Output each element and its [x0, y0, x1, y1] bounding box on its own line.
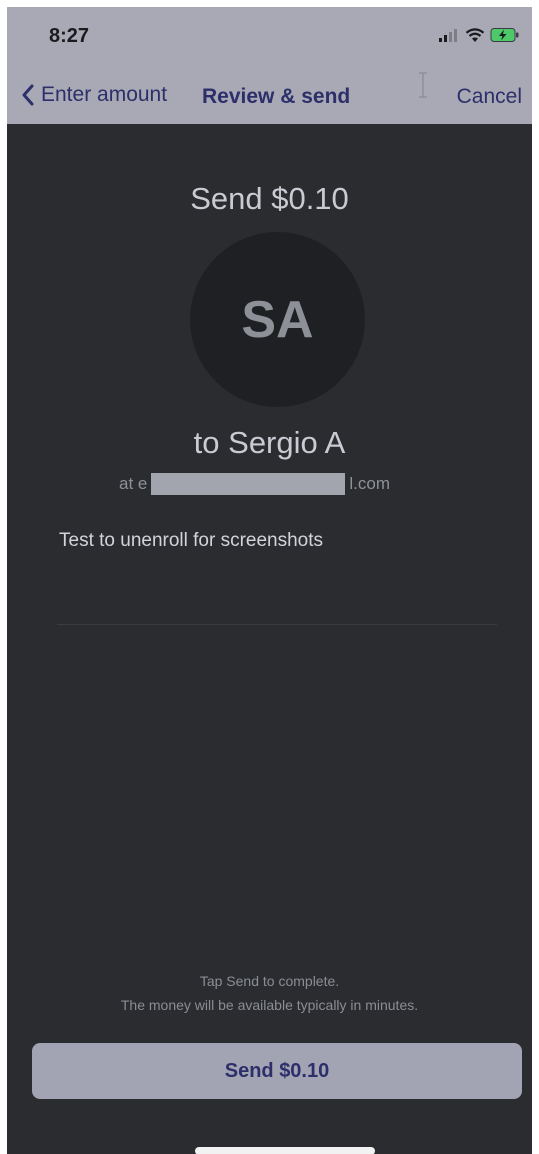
availability-text: The money will be available typically in…: [120, 997, 419, 1013]
battery-charging-icon: [490, 28, 519, 42]
status-icons: [438, 25, 520, 45]
email-redaction: [151, 473, 346, 495]
signal-icon: [439, 29, 457, 42]
wifi-icon: [465, 28, 485, 42]
memo-text: Test to unenroll for screenshots: [59, 530, 324, 551]
email-suffix: l.com: [349, 474, 390, 493]
back-button-label: Enter amount: [41, 83, 168, 106]
email-prefix: at e: [119, 474, 148, 493]
divider: [57, 624, 497, 625]
send-button[interactable]: Send $0.10: [32, 1043, 522, 1099]
avatar: SA: [190, 232, 365, 407]
recipient-name: to Sergio A: [193, 425, 346, 460]
phone-screen: 8:27 Enter amount Review & send Cancel S…: [7, 7, 532, 1154]
text-cursor-icon: [419, 72, 427, 98]
page-title: Review & send: [202, 85, 351, 108]
send-amount-title: Send $0.10: [190, 181, 349, 216]
recipient-email: at e l.com: [119, 472, 390, 496]
chevron-left-icon: [22, 84, 34, 106]
top-bar: 8:27 Enter amount Review & send Cancel: [7, 7, 532, 124]
avatar-initials: SA: [241, 290, 314, 349]
home-indicator: [195, 1147, 375, 1154]
status-time: 8:27: [49, 25, 90, 47]
cancel-button[interactable]: Cancel: [457, 85, 522, 109]
back-button[interactable]: Enter amount: [21, 83, 167, 107]
instruction-text: Tap Send to complete.: [199, 973, 340, 989]
